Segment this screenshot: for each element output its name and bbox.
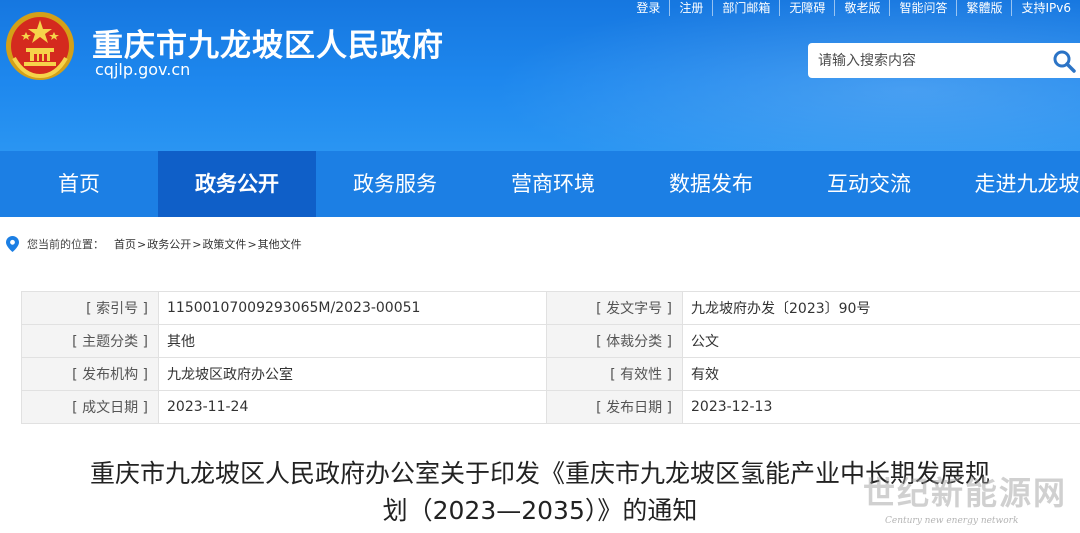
breadcrumb-item-home[interactable]: 首页 [114,236,136,252]
issuing-agency-value: 九龙坡区政府办公室 [158,357,547,391]
validity-label: [ 有效性 ] [546,357,683,391]
watermark-text: 世纪新能源网 [863,474,1068,512]
written-date-value: 2023-11-24 [158,390,547,424]
nav-item-data-release[interactable]: 数据发布 [632,151,790,217]
login-link[interactable]: 登录 [627,0,669,16]
accessibility-link[interactable]: 无障碍 [779,0,834,16]
breadcrumb-item-other-files[interactable]: 其他文件 [258,236,302,252]
nav-item-business-environment[interactable]: 营商环境 [474,151,632,217]
site-header: 重庆市九龙坡区人民政府 cqjlp.gov.cn 登录 注册 部门邮箱 无障碍 … [0,0,1080,151]
breadcrumb-separator: > [192,237,202,251]
table-row: [ 索引号 ] 11500107009293065M/2023-00051 [ … [21,291,1080,325]
breadcrumb-separator: > [247,237,257,251]
breadcrumb-item-policy-files[interactable]: 政策文件 [202,236,246,252]
nav-item-interaction[interactable]: 互动交流 [790,151,948,217]
breadcrumb-separator: > [137,237,147,251]
publish-date-value: 2023-12-13 [682,390,1080,424]
location-pin-icon [6,236,19,252]
top-links: 登录 注册 部门邮箱 无障碍 敬老版 智能问答 繁體版 支持IPv6 [627,0,1080,16]
national-emblem-icon[interactable] [4,10,76,82]
nav-item-government-services[interactable]: 政务服务 [316,151,474,217]
search-box [808,43,1080,78]
topic-category-label: [ 主题分类 ] [21,324,159,358]
table-row: [ 发布机构 ] 九龙坡区政府办公室 [ 有效性 ] 有效 [21,357,1080,391]
genre-category-label: [ 体裁分类 ] [546,324,683,358]
validity-value: 有效 [682,357,1080,391]
traditional-chinese-link[interactable]: 繁體版 [956,0,1011,16]
register-link[interactable]: 注册 [669,0,712,16]
ipv6-link[interactable]: 支持IPv6 [1011,0,1080,16]
breadcrumb-label: 您当前的位置： [27,238,104,251]
smart-qa-link[interactable]: 智能问答 [889,0,956,16]
breadcrumb-item-disclosure[interactable]: 政务公开 [147,236,191,252]
document-metadata-table: [ 索引号 ] 11500107009293065M/2023-00051 [ … [21,291,1080,424]
main-nav: 首页 政务公开 政务服务 营商环境 数据发布 互动交流 走进九龙坡 [0,151,1080,217]
table-row: [ 主题分类 ] 其他 [ 体裁分类 ] 公文 [21,324,1080,358]
department-mail-link[interactable]: 部门邮箱 [712,0,779,16]
watermark: 世纪新能源网 Century new energy network [855,468,1080,533]
publish-date-label: [ 发布日期 ] [546,390,683,424]
index-number-value: 11500107009293065M/2023-00051 [158,291,547,325]
elderly-mode-link[interactable]: 敬老版 [834,0,889,16]
genre-category-value: 公文 [682,324,1080,358]
topic-category-value: 其他 [158,324,547,358]
table-row: [ 成文日期 ] 2023-11-24 [ 发布日期 ] 2023-12-13 [21,390,1080,424]
document-number-label: [ 发文字号 ] [546,291,683,325]
nav-item-about-jiulongpo[interactable]: 走进九龙坡 [948,151,1080,217]
breadcrumb: 您当前的位置： 首页 > 政务公开 > 政策文件 > 其他文件 [6,234,302,254]
issuing-agency-label: [ 发布机构 ] [21,357,159,391]
search-icon[interactable] [1052,49,1076,73]
nav-item-government-affairs-disclosure[interactable]: 政务公开 [158,151,316,217]
site-title[interactable]: 重庆市九龙坡区人民政府 [92,20,444,65]
watermark-subtext: Century new energy network [885,516,1019,526]
search-input[interactable] [818,43,1038,78]
written-date-label: [ 成文日期 ] [21,390,159,424]
nav-item-home[interactable]: 首页 [0,151,158,217]
document-number-value: 九龙坡府办发〔2023〕90号 [682,291,1080,325]
index-number-label: [ 索引号 ] [21,291,159,325]
site-domain: cqjlp.gov.cn [95,60,191,79]
